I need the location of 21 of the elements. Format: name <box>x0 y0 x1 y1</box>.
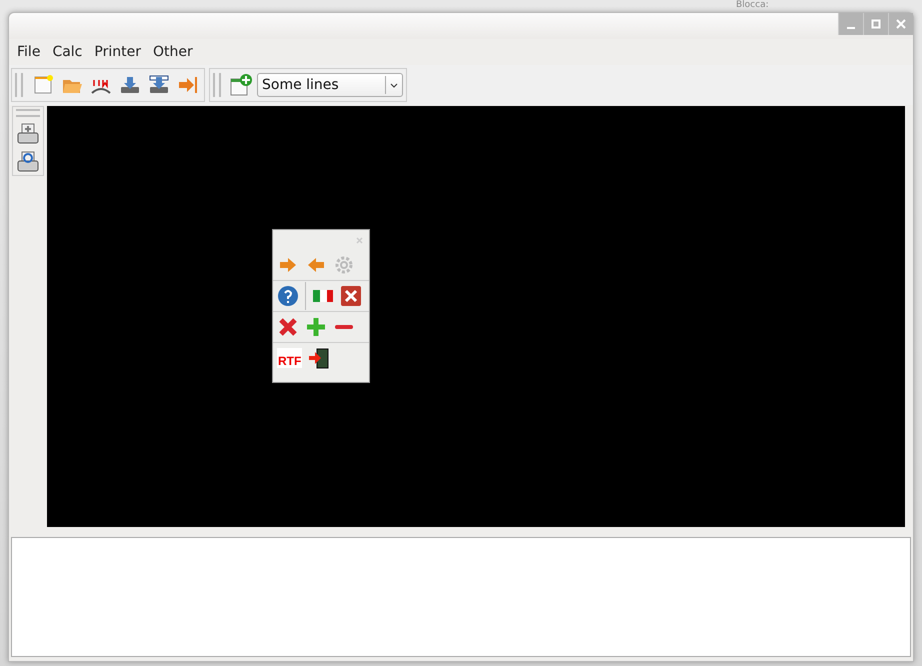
door-exit-icon[interactable] <box>308 347 330 369</box>
menu-item[interactable]: Calc <box>52 44 82 60</box>
settings-icon[interactable] <box>333 254 355 276</box>
close-icon[interactable] <box>340 285 362 307</box>
grip-handle[interactable] <box>16 109 40 117</box>
menu-item[interactable]: Other <box>152 44 193 60</box>
grip-handle[interactable] <box>15 73 23 97</box>
background-label: Blocca: <box>736 0 769 11</box>
help-icon[interactable] <box>277 285 299 307</box>
maximize-icon <box>871 19 881 29</box>
plus-icon[interactable] <box>305 316 327 338</box>
rtf-export-button[interactable]: RTF <box>277 348 302 368</box>
menu-item[interactable]: Printer <box>94 44 141 60</box>
close-icon <box>896 19 906 29</box>
minimize-icon <box>847 27 855 29</box>
delete-icon[interactable] <box>277 316 299 338</box>
grip-handle[interactable] <box>213 73 221 97</box>
menu-item[interactable]: File <box>17 44 40 60</box>
add-calendar-icon[interactable] <box>228 72 254 98</box>
caret-icon <box>390 82 398 88</box>
lines-dropdown[interactable]: Some lines <box>257 73 403 97</box>
